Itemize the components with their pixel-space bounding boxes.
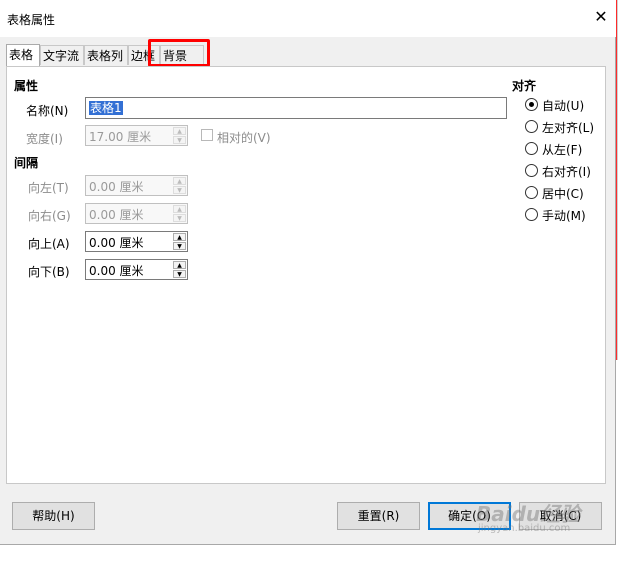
- below-label: 向下(B): [28, 265, 70, 279]
- radio-manual-label: 手动(M): [542, 209, 586, 223]
- help-button[interactable]: 帮助(H): [12, 502, 95, 530]
- spin-down-icon[interactable]: ▼: [173, 186, 186, 194]
- watermark-url: jingyan.baidu.com: [478, 523, 571, 534]
- spin-down-icon[interactable]: ▼: [173, 242, 186, 250]
- background-app-edge: [617, 0, 623, 360]
- left-label: 向左(T): [28, 181, 69, 195]
- reset-button[interactable]: 重置(R): [337, 502, 420, 530]
- radio-right-label: 右对齐(I): [542, 165, 591, 179]
- spin-up-icon[interactable]: ▲: [173, 127, 186, 135]
- left-spinbox[interactable]: 0.00 厘米 ▲ ▼: [85, 175, 188, 196]
- close-icon[interactable]: ✕: [592, 7, 610, 26]
- above-value: 0.00 厘米: [89, 236, 144, 250]
- alignment-heading: 对齐: [512, 79, 537, 93]
- right-spinbox[interactable]: 0.00 厘米 ▲ ▼: [85, 203, 188, 224]
- radio-from-left[interactable]: [525, 142, 538, 155]
- above-spinbox[interactable]: 0.00 厘米 ▲ ▼: [85, 231, 188, 252]
- tab-table[interactable]: 表格: [6, 44, 40, 67]
- radio-manual[interactable]: [525, 208, 538, 221]
- above-label: 向上(A): [28, 237, 70, 251]
- name-value: 表格1: [89, 101, 123, 115]
- dialog-title: 表格属性: [7, 13, 56, 27]
- radio-center[interactable]: [525, 186, 538, 199]
- relative-label: 相对的(V): [217, 131, 271, 145]
- properties-heading: 属性: [14, 79, 39, 93]
- table-properties-dialog: 表格属性 ✕ 表格 文字流 表格列 边框 背景 属性 名称(N) 表格1 宽度(…: [0, 0, 616, 545]
- radio-center-label: 居中(C): [542, 187, 584, 201]
- name-input[interactable]: 表格1: [85, 97, 507, 119]
- width-label: 宽度(I): [26, 132, 63, 146]
- right-label: 向右(G): [28, 209, 71, 223]
- spin-down-icon[interactable]: ▼: [173, 214, 186, 222]
- spin-up-icon[interactable]: ▲: [173, 177, 186, 185]
- width-value: 17.00 厘米: [89, 130, 152, 144]
- radio-from-left-label: 从左(F): [542, 143, 583, 157]
- radio-left-label: 左对齐(L): [542, 121, 595, 135]
- radio-left[interactable]: [525, 120, 538, 133]
- tab-text-flow[interactable]: 文字流: [40, 45, 84, 65]
- name-label: 名称(N): [26, 104, 69, 118]
- spin-up-icon[interactable]: ▲: [173, 233, 186, 241]
- spin-down-icon[interactable]: ▼: [173, 136, 186, 144]
- radio-right[interactable]: [525, 164, 538, 177]
- spin-up-icon[interactable]: ▲: [173, 205, 186, 213]
- radio-auto-label: 自动(U): [542, 99, 585, 113]
- below-value: 0.00 厘米: [89, 264, 144, 278]
- title-bar: 表格属性 ✕: [0, 0, 616, 37]
- spin-up-icon[interactable]: ▲: [173, 261, 186, 269]
- below-spinbox[interactable]: 0.00 厘米 ▲ ▼: [85, 259, 188, 280]
- radio-auto[interactable]: [525, 98, 538, 111]
- spin-down-icon[interactable]: ▼: [173, 270, 186, 278]
- relative-checkbox[interactable]: [201, 129, 213, 141]
- spacing-heading: 间隔: [14, 156, 39, 170]
- right-value: 0.00 厘米: [89, 208, 144, 222]
- width-spinbox[interactable]: 17.00 厘米 ▲ ▼: [85, 125, 188, 146]
- tab-columns[interactable]: 表格列: [84, 45, 128, 65]
- highlight-box: [148, 39, 210, 67]
- left-value: 0.00 厘米: [89, 180, 144, 194]
